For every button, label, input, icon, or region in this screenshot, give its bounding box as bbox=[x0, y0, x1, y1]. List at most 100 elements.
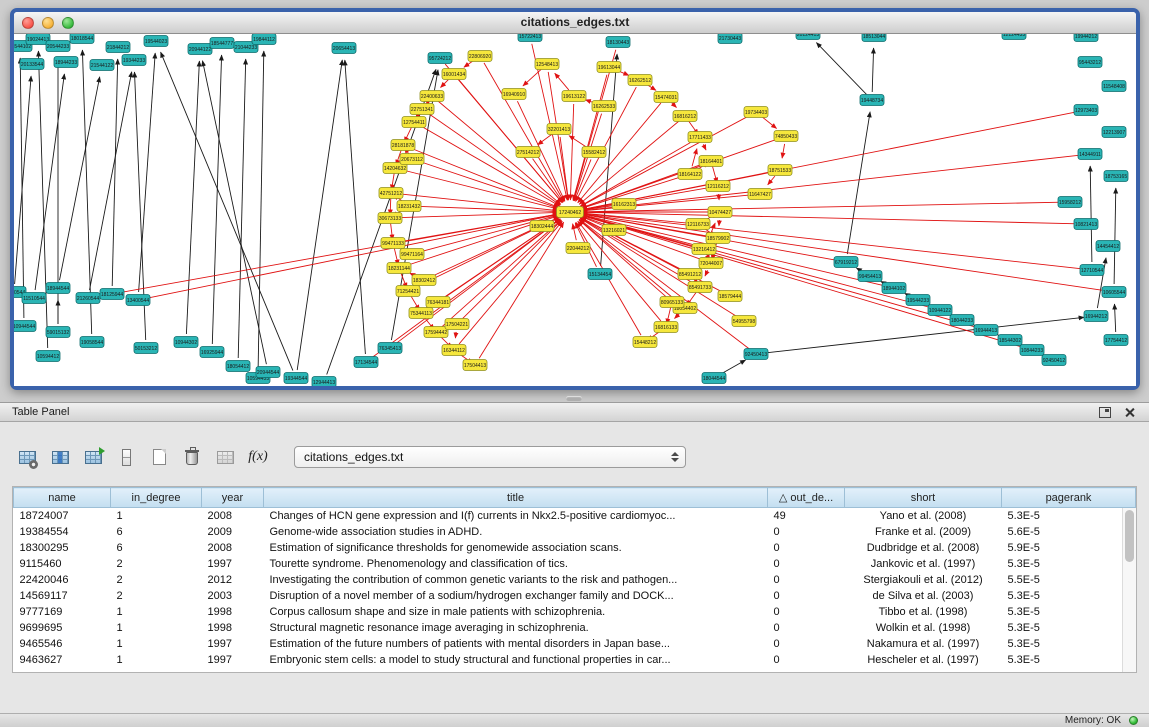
graph-node[interactable]: 10605544 bbox=[1102, 287, 1126, 298]
table-row[interactable]: 1872400712008Changes of HCN gene express… bbox=[14, 508, 1136, 524]
graph-node[interactable]: 11548408 bbox=[1102, 81, 1126, 92]
graph-node[interactable]: 22751341 bbox=[410, 104, 434, 115]
graph-edge[interactable] bbox=[203, 61, 267, 365]
graph-node[interactable]: 18130443 bbox=[606, 37, 630, 48]
close-window-icon[interactable] bbox=[22, 17, 34, 29]
graph-edge[interactable] bbox=[573, 224, 577, 241]
table-row[interactable]: 1938455462009Genome-wide association stu… bbox=[14, 524, 1136, 540]
graph-node[interactable]: 11647427 bbox=[748, 189, 772, 200]
graph-node[interactable]: 12116212 bbox=[706, 181, 730, 192]
graph-node[interactable]: 19734403 bbox=[744, 107, 768, 118]
graph-edge[interactable] bbox=[442, 220, 561, 327]
graph-node[interactable]: 17240462 bbox=[557, 207, 584, 218]
graph-node[interactable]: 19613044 bbox=[597, 62, 621, 73]
table-import-icon[interactable] bbox=[80, 444, 106, 470]
table-row[interactable]: 2242004622012Investigating the contribut… bbox=[14, 572, 1136, 588]
graph-node[interactable]: 72044007 bbox=[699, 258, 723, 269]
graph-node[interactable]: 20654413 bbox=[332, 43, 356, 54]
graph-edge[interactable] bbox=[441, 80, 449, 88]
table-row[interactable]: 1456911722003Disruption of a novel membe… bbox=[14, 588, 1136, 604]
graph-node[interactable]: 11510544 bbox=[22, 293, 46, 304]
graph-node[interactable]: 12213907 bbox=[1102, 127, 1126, 138]
graph-node[interactable]: 20124413 bbox=[796, 34, 820, 40]
graph-node[interactable]: 15448212 bbox=[633, 337, 657, 348]
graph-edge[interactable] bbox=[120, 214, 558, 293]
graph-node[interactable]: 20544233 bbox=[46, 41, 70, 52]
graph-edge[interactable] bbox=[560, 137, 568, 200]
graph-node[interactable]: 92450413 bbox=[744, 349, 768, 360]
graph-node[interactable]: 13216021 bbox=[602, 225, 626, 236]
graph-edge[interactable] bbox=[768, 176, 775, 185]
graph-edge[interactable] bbox=[705, 270, 708, 276]
graph-node[interactable]: 16001434 bbox=[442, 69, 466, 80]
graph-node[interactable]: 99454413 bbox=[858, 271, 882, 282]
column-header-out-degree[interactable]: △ out_de... bbox=[768, 488, 845, 508]
minimize-window-icon[interactable] bbox=[42, 17, 54, 29]
column-header-title[interactable]: title bbox=[264, 488, 768, 508]
graph-node[interactable]: 18579902 bbox=[706, 233, 730, 244]
column-header-in-degree[interactable]: in_degree bbox=[111, 488, 202, 508]
graph-node[interactable]: 20944122 bbox=[188, 44, 212, 55]
graph-edge[interactable] bbox=[112, 59, 118, 286]
table-row[interactable]: 911546021997Tourette syndrome. Phenomeno… bbox=[14, 556, 1136, 572]
graph-edge[interactable] bbox=[719, 194, 720, 200]
graph-node[interactable]: 75344113 bbox=[409, 308, 433, 319]
function-builder-icon[interactable]: f(x) bbox=[245, 444, 271, 470]
graph-node[interactable]: 85491212 bbox=[678, 269, 702, 280]
graph-node[interactable]: 16940910 bbox=[502, 89, 526, 100]
graph-node[interactable]: 59015132 bbox=[46, 327, 70, 338]
graph-node[interactable]: 18164122 bbox=[678, 169, 702, 180]
graph-node[interactable]: 19058544 bbox=[80, 337, 104, 348]
graph-edge[interactable] bbox=[146, 214, 558, 298]
graph-edge[interactable] bbox=[721, 360, 746, 374]
graph-node[interactable]: 18231432 bbox=[397, 201, 421, 212]
graph-edge[interactable] bbox=[1115, 304, 1116, 332]
table-scrollbar[interactable] bbox=[1122, 508, 1136, 672]
graph-node[interactable]: 17134544 bbox=[354, 357, 378, 368]
graph-edge[interactable] bbox=[479, 222, 564, 358]
graph-node[interactable]: 12944413 bbox=[312, 377, 336, 387]
graph-edge[interactable] bbox=[238, 59, 246, 358]
graph-node[interactable]: 18579444 bbox=[718, 291, 742, 302]
graph-node[interactable]: 21844212 bbox=[106, 42, 130, 53]
graph-node[interactable]: 22400633 bbox=[420, 91, 444, 102]
graph-node[interactable]: 18944233 bbox=[54, 57, 78, 68]
row-height-icon[interactable] bbox=[113, 444, 139, 470]
delete-table-icon[interactable] bbox=[179, 444, 205, 470]
graph-node[interactable]: 21544122 bbox=[90, 60, 114, 71]
graph-edge[interactable] bbox=[1114, 188, 1116, 284]
graph-edge[interactable] bbox=[703, 144, 706, 150]
graph-node[interactable]: 67919212 bbox=[834, 257, 858, 268]
graph-edge[interactable] bbox=[719, 220, 720, 226]
graph-node[interactable]: 10944544 bbox=[14, 321, 36, 332]
graph-node[interactable]: 14454412 bbox=[1096, 241, 1120, 252]
graph-node[interactable]: 19344544 bbox=[284, 373, 308, 384]
table-row[interactable]: 946554611997Estimation of the future num… bbox=[14, 636, 1136, 652]
graph-edge[interactable] bbox=[463, 220, 562, 318]
graph-edge[interactable] bbox=[60, 77, 100, 280]
graph-node[interactable]: 18544302 bbox=[998, 335, 1022, 346]
graph-edge[interactable] bbox=[35, 74, 64, 290]
graph-node[interactable]: 17594442 bbox=[424, 327, 448, 338]
graph-node[interactable]: 18044233 bbox=[950, 315, 974, 326]
table-row[interactable]: 969969511998Structural magnetic resonanc… bbox=[14, 620, 1136, 636]
graph-node[interactable]: 50153212 bbox=[134, 343, 158, 354]
graph-edge[interactable] bbox=[523, 69, 541, 86]
graph-edge[interactable] bbox=[538, 134, 553, 145]
table-row[interactable]: 946362711997Embryonic stem cells: a mode… bbox=[14, 652, 1136, 668]
graph-edge[interactable] bbox=[582, 112, 1078, 210]
graph-edge[interactable] bbox=[139, 53, 156, 292]
graph-node[interactable]: 20673112 bbox=[400, 154, 424, 165]
graph-node[interactable]: 12754411 bbox=[402, 117, 426, 128]
graph-node[interactable]: 19544233 bbox=[906, 295, 930, 306]
graph-edge[interactable] bbox=[1090, 166, 1092, 262]
graph-node[interactable]: 27514212 bbox=[516, 147, 540, 158]
graph-node[interactable]: 18513044 bbox=[862, 34, 886, 42]
scrollbar-thumb[interactable] bbox=[1125, 510, 1134, 562]
graph-node[interactable]: 28181878 bbox=[391, 140, 415, 151]
table-settings-icon[interactable] bbox=[14, 444, 40, 470]
graph-edge[interactable] bbox=[445, 64, 562, 203]
graph-edge[interactable] bbox=[297, 60, 342, 370]
graph-node[interactable]: 22806920 bbox=[468, 51, 492, 62]
graph-edge[interactable] bbox=[762, 117, 776, 129]
